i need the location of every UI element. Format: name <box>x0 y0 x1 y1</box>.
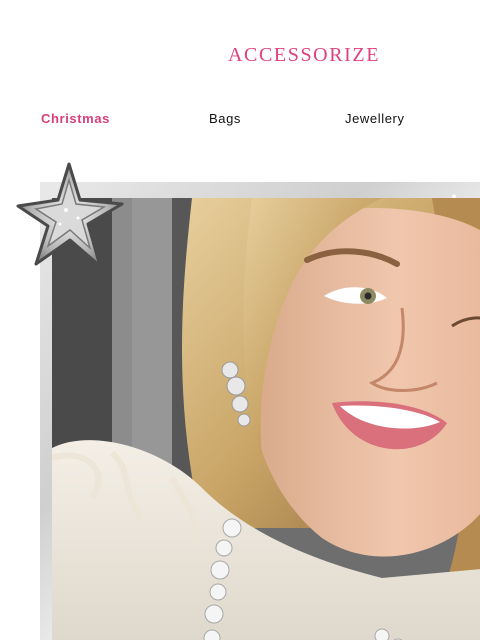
email-header: ACCESSORIZE Christmas Bags Jewellery <box>0 0 480 150</box>
nav-link-bags[interactable]: Bags <box>209 111 241 126</box>
brand-logo[interactable]: ACCESSORIZE <box>228 44 380 67</box>
silver-star-icon <box>16 162 124 268</box>
nav-link-jewellery[interactable]: Jewellery <box>345 111 405 126</box>
nav-link-christmas[interactable]: Christmas <box>41 111 110 126</box>
